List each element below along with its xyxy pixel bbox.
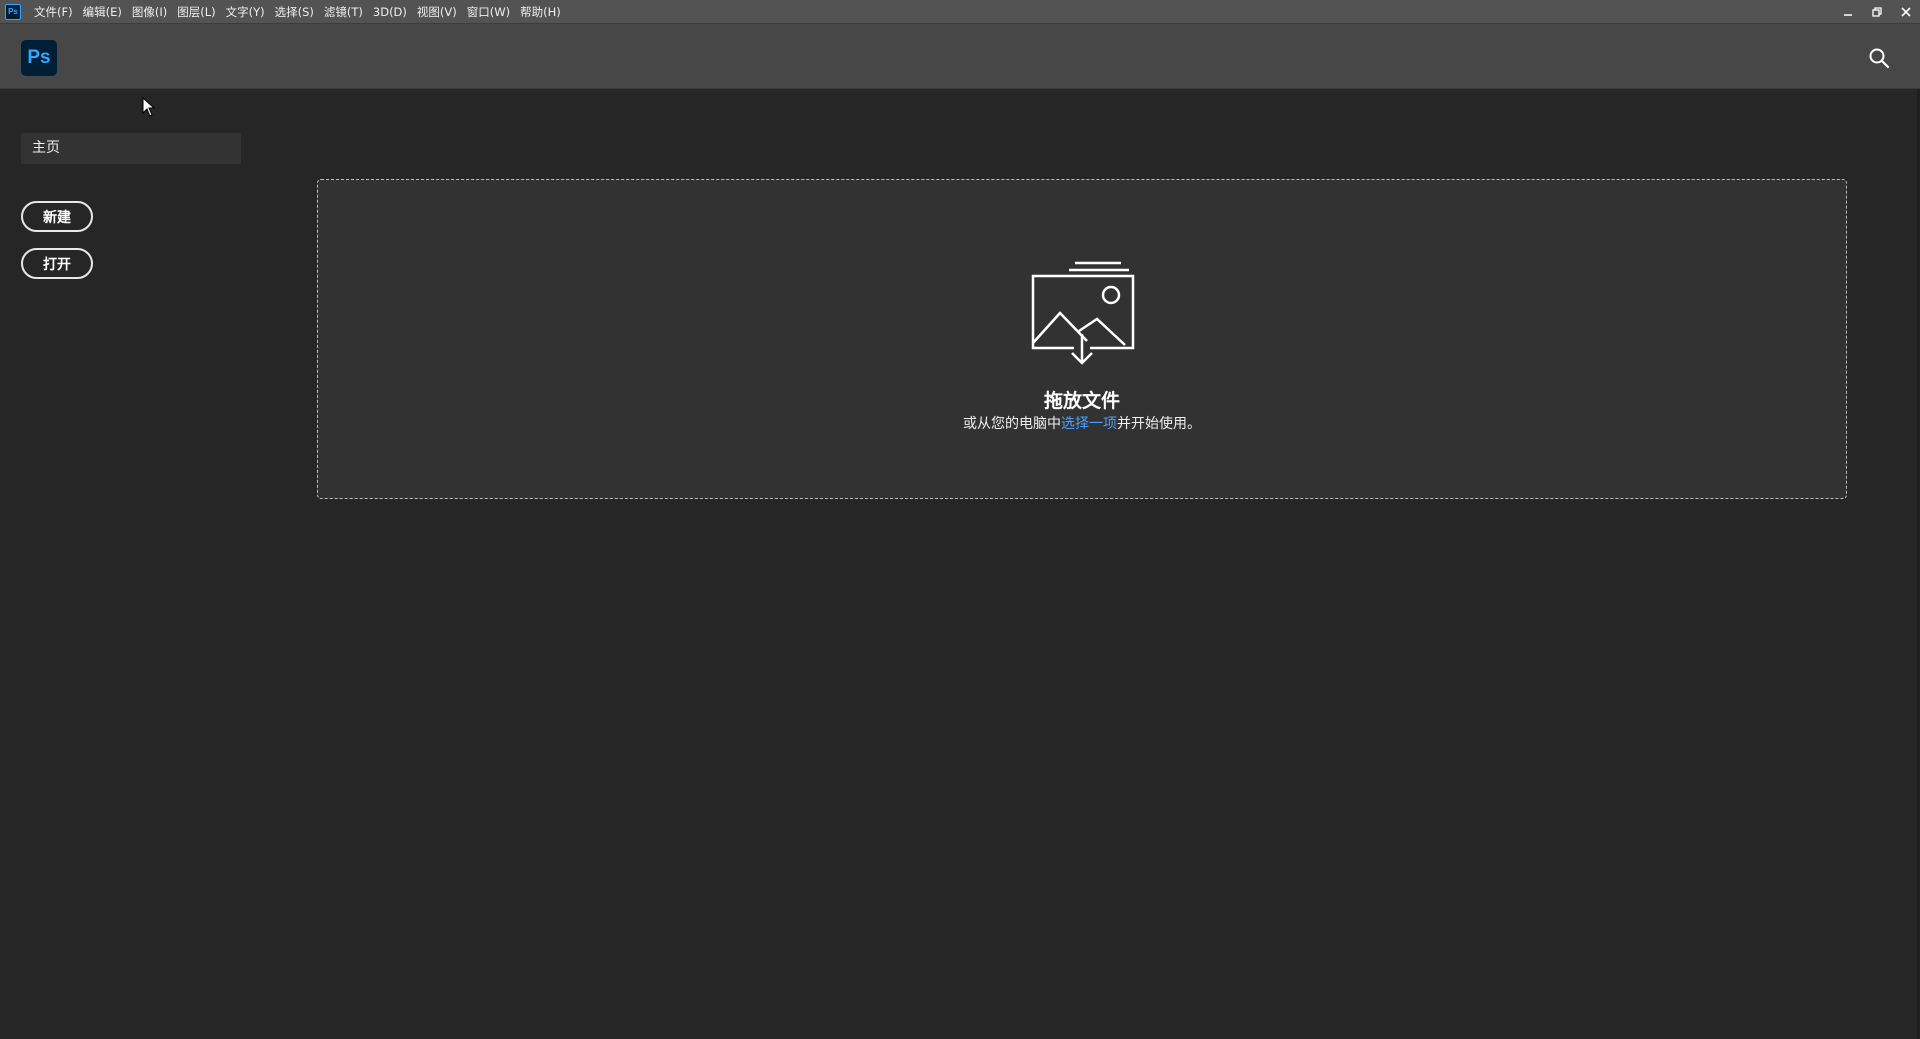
- menu-filter[interactable]: 滤镜(T): [319, 0, 368, 24]
- menu-bar: 文件(F) 编辑(E) 图像(I) 图层(L) 文字(Y) 选择(S) 滤镜(T…: [29, 0, 566, 24]
- open-file-button[interactable]: 打开: [21, 248, 93, 279]
- menu-edit[interactable]: 编辑(E): [78, 0, 127, 24]
- menu-type[interactable]: 文字(Y): [221, 0, 270, 24]
- minimize-button[interactable]: [1833, 0, 1862, 24]
- drop-subtitle: 或从您的电脑中选择一项并开始使用。: [318, 413, 1846, 433]
- file-drop-zone[interactable]: 拖放文件 或从您的电脑中选择一项并开始使用。: [317, 179, 1847, 499]
- window-controls: [1833, 0, 1920, 24]
- sidebar-item-home[interactable]: 主页: [21, 133, 241, 164]
- select-file-link[interactable]: 选择一项: [1061, 416, 1117, 432]
- drop-subtitle-suffix: 并开始使用。: [1117, 416, 1201, 432]
- mouse-cursor-icon: [142, 97, 156, 117]
- drop-image-icon: [1031, 261, 1135, 365]
- menu-help[interactable]: 帮助(H): [515, 0, 566, 24]
- search-button[interactable]: [1866, 45, 1892, 71]
- search-icon: [1869, 48, 1890, 69]
- menu-select[interactable]: 选择(S): [270, 0, 319, 24]
- restore-button[interactable]: [1862, 0, 1891, 24]
- home-header: Ps: [0, 24, 1920, 89]
- title-bar: Ps 文件(F) 编辑(E) 图像(I) 图层(L) 文字(Y) 选择(S) 滤…: [0, 0, 1920, 24]
- menu-window[interactable]: 窗口(W): [462, 0, 515, 24]
- close-icon: [1900, 7, 1911, 17]
- menu-file[interactable]: 文件(F): [29, 0, 78, 24]
- new-file-button[interactable]: 新建: [21, 201, 93, 232]
- minimize-icon: [1843, 14, 1852, 16]
- photoshop-app-icon[interactable]: Ps: [5, 3, 21, 20]
- menu-image[interactable]: 图像(I): [127, 0, 172, 24]
- menu-layer[interactable]: 图层(L): [172, 0, 220, 24]
- drop-subtitle-prefix: 或从您的电脑中: [963, 416, 1061, 432]
- close-window-button[interactable]: [1891, 0, 1920, 24]
- menu-view[interactable]: 视图(V): [412, 0, 462, 24]
- photoshop-logo: Ps: [21, 40, 57, 76]
- menu-3d[interactable]: 3D(D): [368, 0, 412, 24]
- drop-title: 拖放文件: [1043, 390, 1120, 412]
- restore-icon: [1871, 7, 1882, 17]
